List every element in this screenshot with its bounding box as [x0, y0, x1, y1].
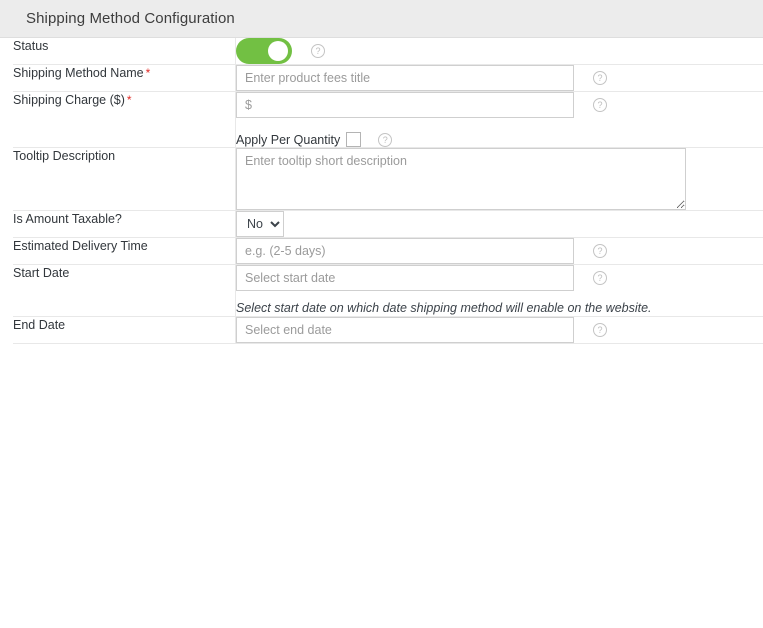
field-cell-end-date: ?: [235, 316, 763, 345]
label-start-date: Start Date: [13, 266, 70, 280]
help-icon[interactable]: ?: [593, 323, 607, 338]
field-cell-start-date: ? Select start date on which date shippi…: [235, 264, 763, 318]
field-cell-estimated-delivery-time: ?: [235, 237, 763, 265]
apply-per-quantity-checkbox[interactable]: [346, 132, 362, 147]
status-toggle[interactable]: [236, 38, 292, 64]
help-icon[interactable]: ?: [593, 271, 607, 285]
apply-per-quantity-label: Apply Per Quantity: [236, 132, 341, 147]
shipping-charge-input[interactable]: [236, 92, 574, 118]
shipping-method-name-input[interactable]: [236, 65, 574, 91]
is-amount-taxable-select[interactable]: No: [236, 211, 284, 237]
field-cell-status: ?: [235, 38, 763, 65]
label-shipping-charge: Shipping Charge ($): [13, 93, 125, 107]
required-asterisk: *: [126, 93, 132, 107]
table-row-is-amount-taxable: Is Amount Taxable? No: [0, 210, 763, 238]
help-icon[interactable]: ?: [378, 132, 393, 147]
label-tooltip-description: Tooltip Description: [13, 149, 116, 163]
label-cell-start-date: Start Date: [0, 264, 236, 318]
configuration-form: Status ? Shipping Method Name * Enter pr…: [0, 38, 763, 345]
status-toggle-knob: [268, 41, 288, 61]
label-cell-is-amount-taxable: Is Amount Taxable?: [0, 210, 236, 238]
field-cell-tooltip-description: [235, 147, 763, 211]
help-icon[interactable]: ?: [593, 98, 607, 112]
shipping-method-configuration-screen: Shipping Method Configuration Status ? S…: [0, 0, 763, 628]
label-cell-end-date: End Date: [0, 316, 236, 345]
field-cell-shipping-method-name: ?: [235, 64, 763, 92]
label-cell-tooltip-description: Tooltip Description: [0, 147, 236, 211]
label-end-date: End Date: [13, 318, 66, 333]
required-asterisk: *: [145, 66, 151, 80]
panel-header: Shipping Method Configuration: [0, 0, 763, 38]
help-icon[interactable]: ?: [593, 244, 607, 258]
label-cell-shipping-method-name: Shipping Method Name *: [0, 64, 236, 92]
table-row-estimated-delivery-time: Estimated Delivery Time ?: [0, 237, 763, 265]
table-row-status: Status ?: [0, 38, 763, 65]
label-cell-shipping-charge: Shipping Charge ($) *: [0, 91, 236, 148]
label-shipping-method-name: Shipping Method Name: [13, 66, 144, 80]
label-estimated-delivery-time: Estimated Delivery Time: [13, 239, 148, 253]
help-icon[interactable]: ?: [593, 71, 607, 85]
table-row-start-date: Start Date ? Select start date on which …: [0, 264, 763, 318]
end-date-input[interactable]: [236, 317, 574, 344]
start-date-helper-text: Select start date on which date shipping…: [236, 301, 652, 315]
label-cell-estimated-delivery-time: Estimated Delivery Time: [0, 237, 236, 265]
page-title: Shipping Method Configuration: [26, 10, 235, 27]
field-cell-shipping-charge: ? Apply Per Quantity ?: [235, 91, 763, 148]
label-is-amount-taxable: Is Amount Taxable?: [13, 212, 122, 226]
estimated-delivery-time-input[interactable]: [236, 238, 574, 264]
label-cell-status: Status: [0, 38, 236, 65]
table-row-tooltip-description: Tooltip Description: [0, 147, 763, 211]
label-status: Status: [13, 39, 49, 53]
tooltip-description-textarea[interactable]: [236, 148, 686, 210]
help-icon[interactable]: ?: [311, 44, 325, 58]
table-row-shipping-charge: Shipping Charge ($)* ? Apply Per Quantit…: [0, 91, 763, 148]
field-cell-is-amount-taxable: No: [235, 210, 763, 238]
table-row-shipping-method-name: Shipping Method Name* ?: [0, 64, 763, 92]
table-row-end-date: End Date ?: [0, 316, 763, 345]
start-date-input[interactable]: [236, 265, 574, 291]
